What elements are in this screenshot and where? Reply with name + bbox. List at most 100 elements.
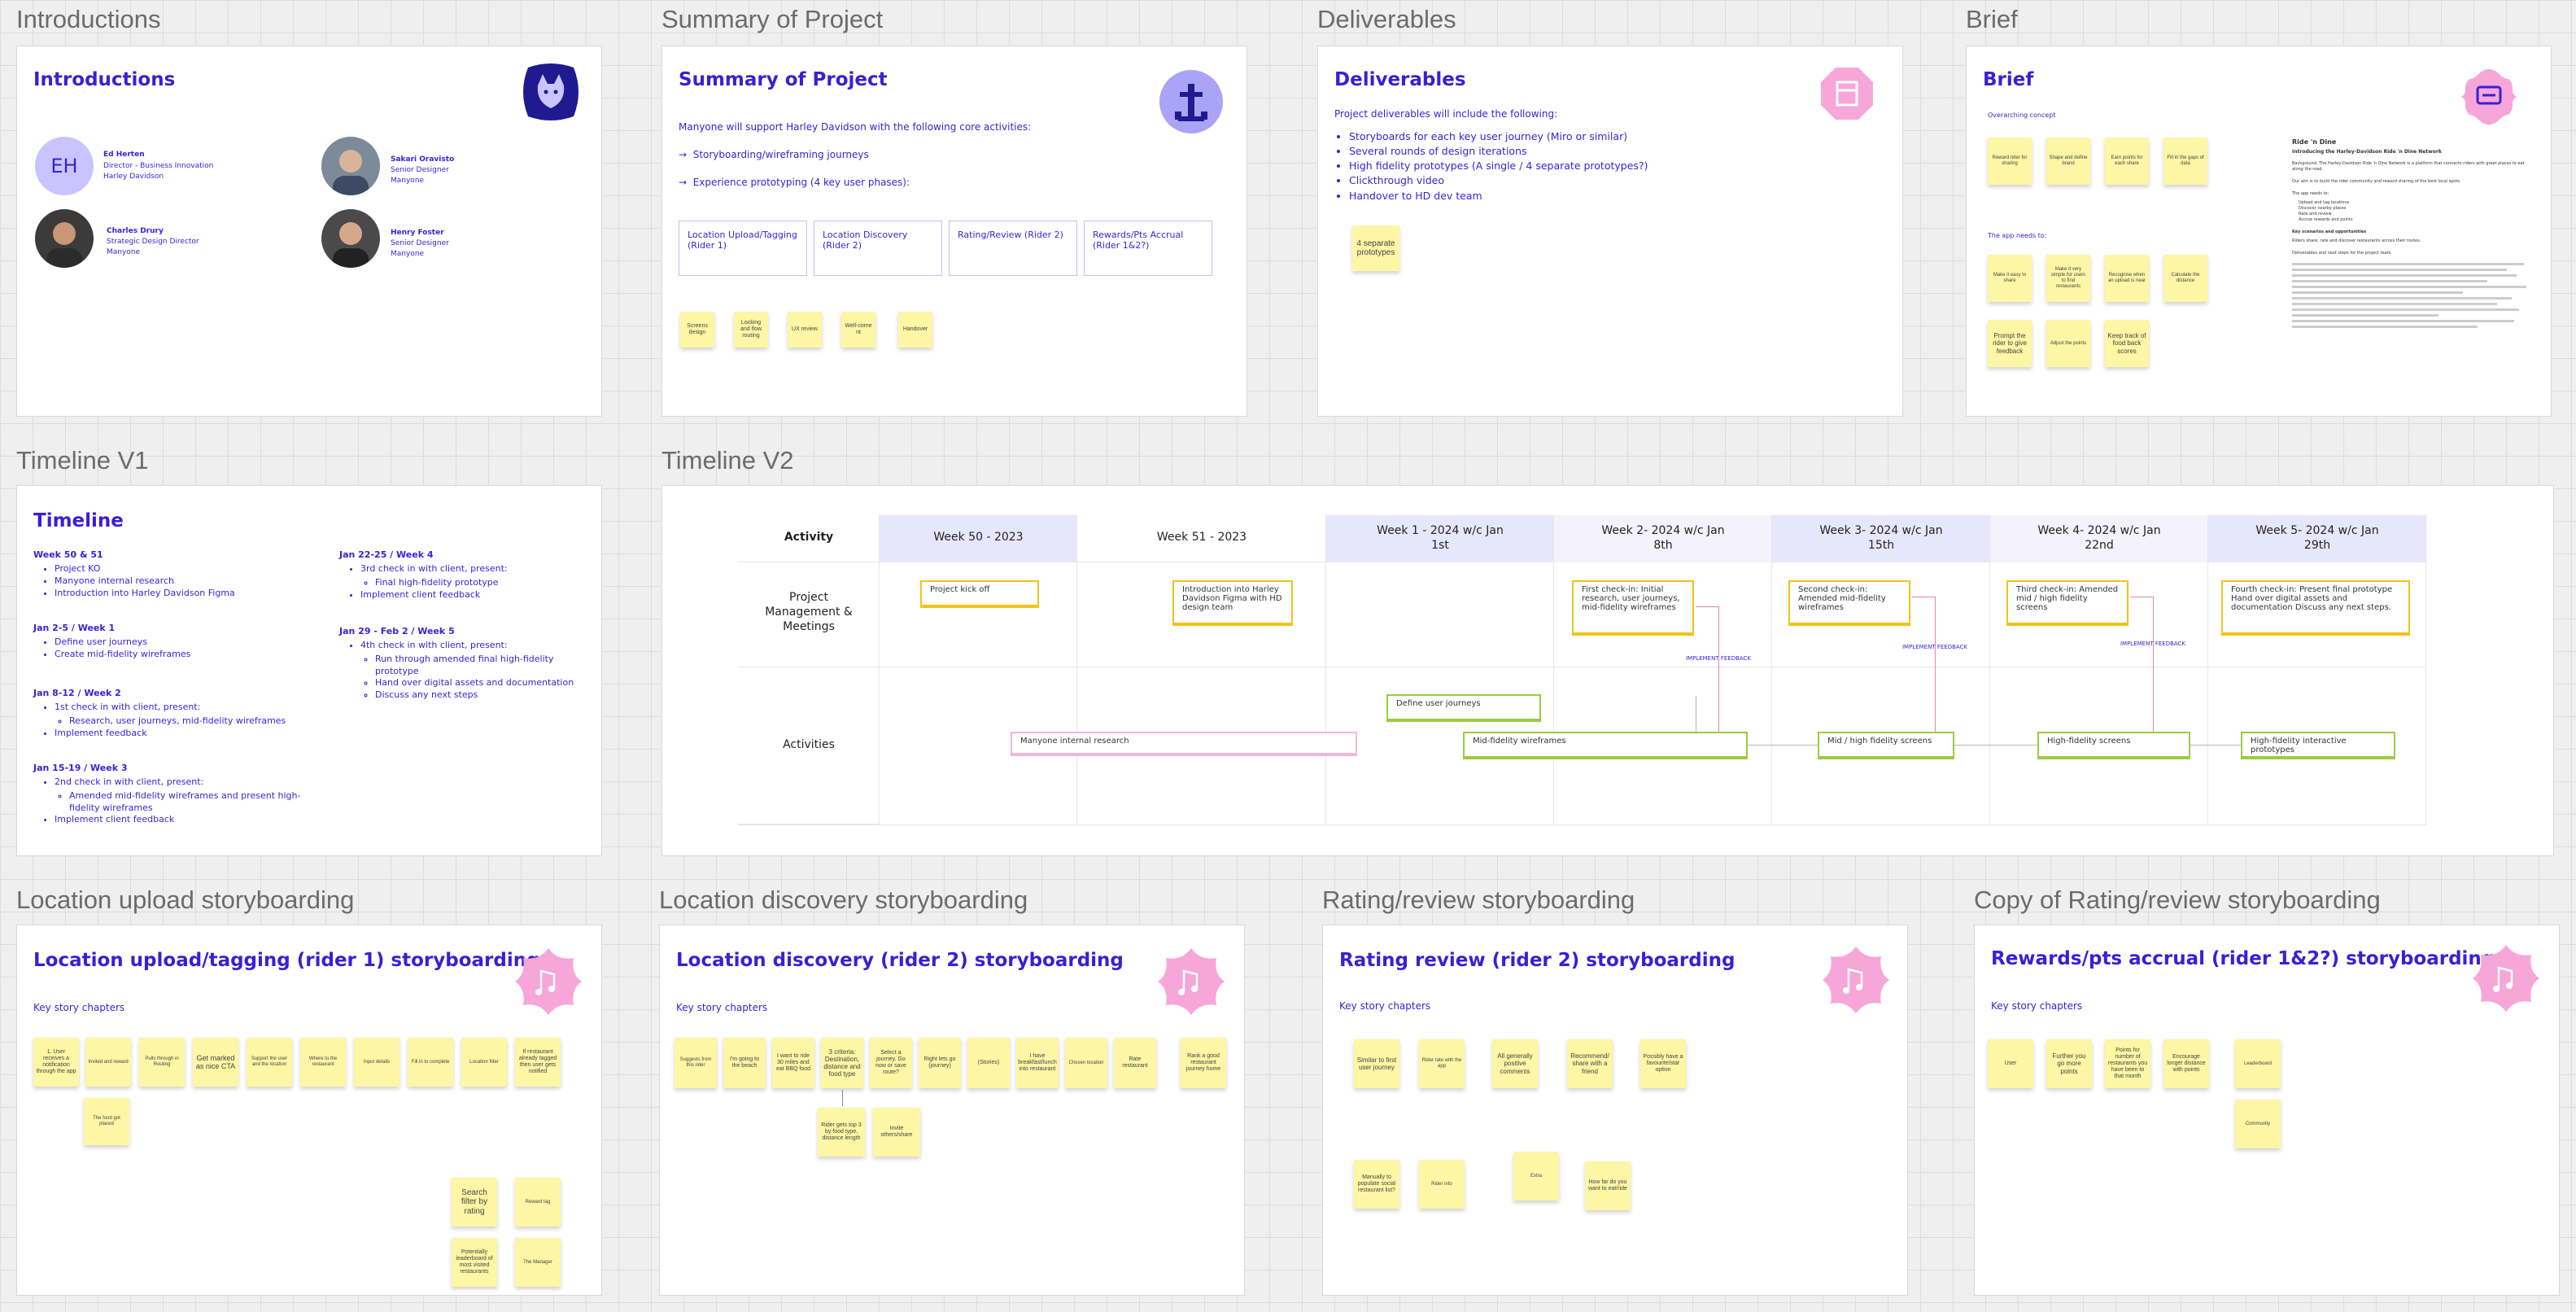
frame-title-deliverables[interactable]: Deliverables	[1317, 5, 1456, 34]
sticky-note[interactable]: Reward tag	[515, 1178, 561, 1227]
sticky-note[interactable]: Location filter	[461, 1038, 507, 1087]
sticky-note[interactable]: 4 separate prototypes	[1352, 225, 1399, 271]
sticky-note[interactable]: Make it very simple for users to find re…	[2046, 255, 2090, 302]
frame-title-location-discovery[interactable]: Location discovery storyboarding	[659, 886, 1028, 915]
frame-title-rating[interactable]: Rating/review storyboarding	[1322, 886, 1635, 915]
sticky-note[interactable]: Points for number of restaurants you hav…	[2105, 1039, 2150, 1088]
sticky-note[interactable]: Prompt the rider to give feedback	[1988, 320, 2032, 367]
frame-title-timeline-v1[interactable]: Timeline V1	[16, 446, 149, 475]
sticky-note[interactable]: Handover	[898, 312, 932, 348]
activity-bar[interactable]: Define user journeys	[1386, 694, 1541, 722]
frame-title-introductions[interactable]: Introductions	[16, 5, 161, 34]
sticky-note[interactable]: Make it easy to share	[1988, 255, 2032, 302]
phase-box[interactable]: Location Discovery (Rider 2)	[814, 221, 942, 276]
frame-title-location-upload[interactable]: Location upload storyboarding	[16, 886, 354, 915]
sticky-note[interactable]: Earn points for each share	[2105, 138, 2149, 185]
sticky-note[interactable]: I'm going to the beach	[723, 1038, 766, 1088]
activity-bar[interactable]: High-fidelity screens	[2037, 732, 2190, 759]
sticky-note[interactable]: Possibly have a favourite/star option	[1640, 1039, 1686, 1088]
doc-line: Our aim is to build the rider community …	[2292, 178, 2461, 184]
sticky-note[interactable]: Right lets go (journey)	[919, 1038, 961, 1088]
meeting-card[interactable]: Project kick off	[920, 580, 1039, 608]
meeting-card[interactable]: Second check-in: Amended mid-fidelity wi…	[1788, 580, 1910, 626]
sticky-note[interactable]: Fill in the gaps of data	[2163, 138, 2207, 185]
sticky-note[interactable]: Shape and define brand	[2046, 138, 2090, 185]
timeline-v1-frame[interactable]: Timeline Week 50 & 51 Project KOManyone …	[16, 485, 602, 856]
brief-document[interactable]: Ride 'n Dine Introducing the Harley-Davi…	[2292, 138, 2536, 331]
sticky-note[interactable]: Input details	[354, 1038, 399, 1087]
sticky-note[interactable]: Search filter by rating	[452, 1178, 497, 1227]
sticky-note[interactable]: The food got placed	[84, 1098, 129, 1145]
sticky-note[interactable]: Encourage longer distance with points	[2163, 1039, 2209, 1088]
activity-bar[interactable]: Manyone internal research	[1011, 732, 1357, 756]
phase-box[interactable]: Rewards/Pts Accrual (Rider 1&2?)	[1084, 221, 1212, 276]
column-header: Week 2- 2024 w/c Jan 8th	[1601, 524, 1725, 553]
meeting-card[interactable]: First check-in: Initial research, user j…	[1572, 580, 1694, 636]
sticky-note[interactable]: Rider gets top 3 by food type, distance …	[818, 1108, 865, 1157]
meeting-card[interactable]: Third check-in: Amended mid / high fidel…	[2006, 580, 2128, 626]
sticky-note[interactable]: I have breakfast/lunch into restaurant	[1016, 1038, 1059, 1088]
sticky-note[interactable]: Screens design	[680, 312, 714, 348]
sticky-note[interactable]: Suggests from this rider	[675, 1038, 717, 1088]
activity-bar[interactable]: Mid / high fidelity screens	[1818, 732, 1954, 759]
location-upload-frame[interactable]: Location upload/tagging (rider 1) storyb…	[16, 925, 602, 1296]
summary-frame[interactable]: Summary of Project Manyone will support …	[661, 46, 1247, 417]
sticky-note[interactable]: Chosen location	[1065, 1038, 1107, 1088]
sticky-note[interactable]: Adjust the points	[2046, 320, 2090, 367]
sticky-note[interactable]: Fill in to complete	[408, 1038, 453, 1087]
sticky-note[interactable]: The Manager	[515, 1238, 561, 1287]
phase-box[interactable]: Location Upload/Tagging (Rider 1)	[679, 221, 807, 276]
sticky-note[interactable]: Where to the restaurant	[300, 1038, 346, 1087]
chat-icon	[2460, 68, 2518, 126]
sticky-note[interactable]: Extra	[1513, 1152, 1559, 1200]
sticky-note[interactable]: Rider info	[1419, 1160, 1465, 1209]
sticky-note[interactable]: Reward rider for sharing	[1988, 138, 2032, 185]
sticky-note[interactable]: Recommend/ share with a friend	[1567, 1039, 1613, 1088]
sticky-note[interactable]: If restaurant already tagged then user g…	[515, 1038, 561, 1087]
rewards-frame[interactable]: Rewards/pts accrual (rider 1&2?) storybo…	[1974, 925, 2560, 1296]
sticky-note[interactable]: User	[1988, 1039, 2033, 1088]
sticky-note[interactable]: Pulls through in Routing	[139, 1038, 185, 1087]
sticky-note[interactable]: 1. User receives a notification through …	[33, 1038, 79, 1087]
sticky-note[interactable]: Support the user and the location	[247, 1038, 292, 1087]
sticky-note[interactable]: I want to ride 30 miles and eat BBQ food	[772, 1038, 814, 1088]
sticky-note[interactable]: Keep track of food back scores	[2105, 320, 2149, 367]
sticky-note[interactable]: Well-come nt	[841, 312, 875, 348]
introductions-frame[interactable]: Introductions EH Ed Herten Director - Bu…	[16, 46, 602, 417]
sticky-note[interactable]: Invite others/share	[873, 1108, 920, 1157]
sticky-note[interactable]: Potentially leaderboard of most visited …	[452, 1238, 497, 1287]
deliverables-frame[interactable]: Deliverables Project deliverables will i…	[1317, 46, 1903, 417]
meeting-card[interactable]: Fourth check-in: Present final prototype…	[2221, 580, 2410, 636]
sticky-note[interactable]: Recognise when an upload is near	[2105, 255, 2149, 302]
rating-frame[interactable]: Rating review (rider 2) storyboarding Ke…	[1322, 925, 1908, 1296]
activity-bar[interactable]: High-fidelity interactive prototypes	[2241, 732, 2395, 759]
sticky-note[interactable]: Further you go more points	[2046, 1039, 2092, 1088]
sticky-note[interactable]: All generally positive comments	[1492, 1039, 1538, 1088]
meeting-card[interactable]: Introduction into Harley Davidson Figma …	[1172, 580, 1293, 626]
sticky-note[interactable]: (Stories)	[967, 1038, 1010, 1088]
frame-title-timeline-v2[interactable]: Timeline V2	[661, 446, 794, 475]
phase-box[interactable]: Rating/Review (Rider 2)	[949, 221, 1077, 276]
sticky-note[interactable]: Calculate the distance	[2163, 255, 2207, 302]
frame-title-brief[interactable]: Brief	[1966, 5, 2018, 34]
sticky-note[interactable]: Select a journey. Go now or save route?	[870, 1038, 912, 1088]
sticky-note[interactable]: Rank a good restaurant journey home	[1181, 1038, 1226, 1088]
sticky-note[interactable]: UX review	[788, 312, 822, 348]
sticky-note[interactable]: Leaderboard	[2235, 1039, 2281, 1088]
location-discovery-frame[interactable]: Location discovery (rider 2) storyboardi…	[659, 925, 1245, 1296]
sticky-note[interactable]: Similar to first user journey	[1354, 1039, 1399, 1088]
sticky-note[interactable]: 3 criteria: Destination, distance and fo…	[821, 1038, 863, 1088]
frame-title-rewards[interactable]: Copy of Rating/review storyboarding	[1974, 886, 2381, 915]
sticky-note[interactable]: Rider rate with the app	[1419, 1039, 1465, 1088]
sticky-note[interactable]: Manually to populate social restaurant l…	[1354, 1160, 1399, 1209]
sticky-note[interactable]: Locking and flow routing	[734, 312, 768, 348]
frame-title-summary[interactable]: Summary of Project	[661, 5, 883, 34]
timeline-v2-frame[interactable]: Activity Week 50 - 2023 Week 51 - 2023 W…	[661, 485, 2554, 856]
sticky-note[interactable]: Community	[2235, 1100, 2281, 1148]
brief-frame[interactable]: Brief Overarching concept Reward rider f…	[1966, 46, 2552, 417]
sticky-note[interactable]: Get marked as nice CTA	[193, 1038, 238, 1087]
sticky-note[interactable]: Invited and reward	[85, 1038, 131, 1087]
sticky-note[interactable]: How far do you want to eat/ride	[1585, 1161, 1631, 1210]
sticky-note[interactable]: Rate restaurant	[1114, 1038, 1156, 1088]
activity-bar[interactable]: Mid-fidelity wireframes	[1463, 732, 1748, 759]
